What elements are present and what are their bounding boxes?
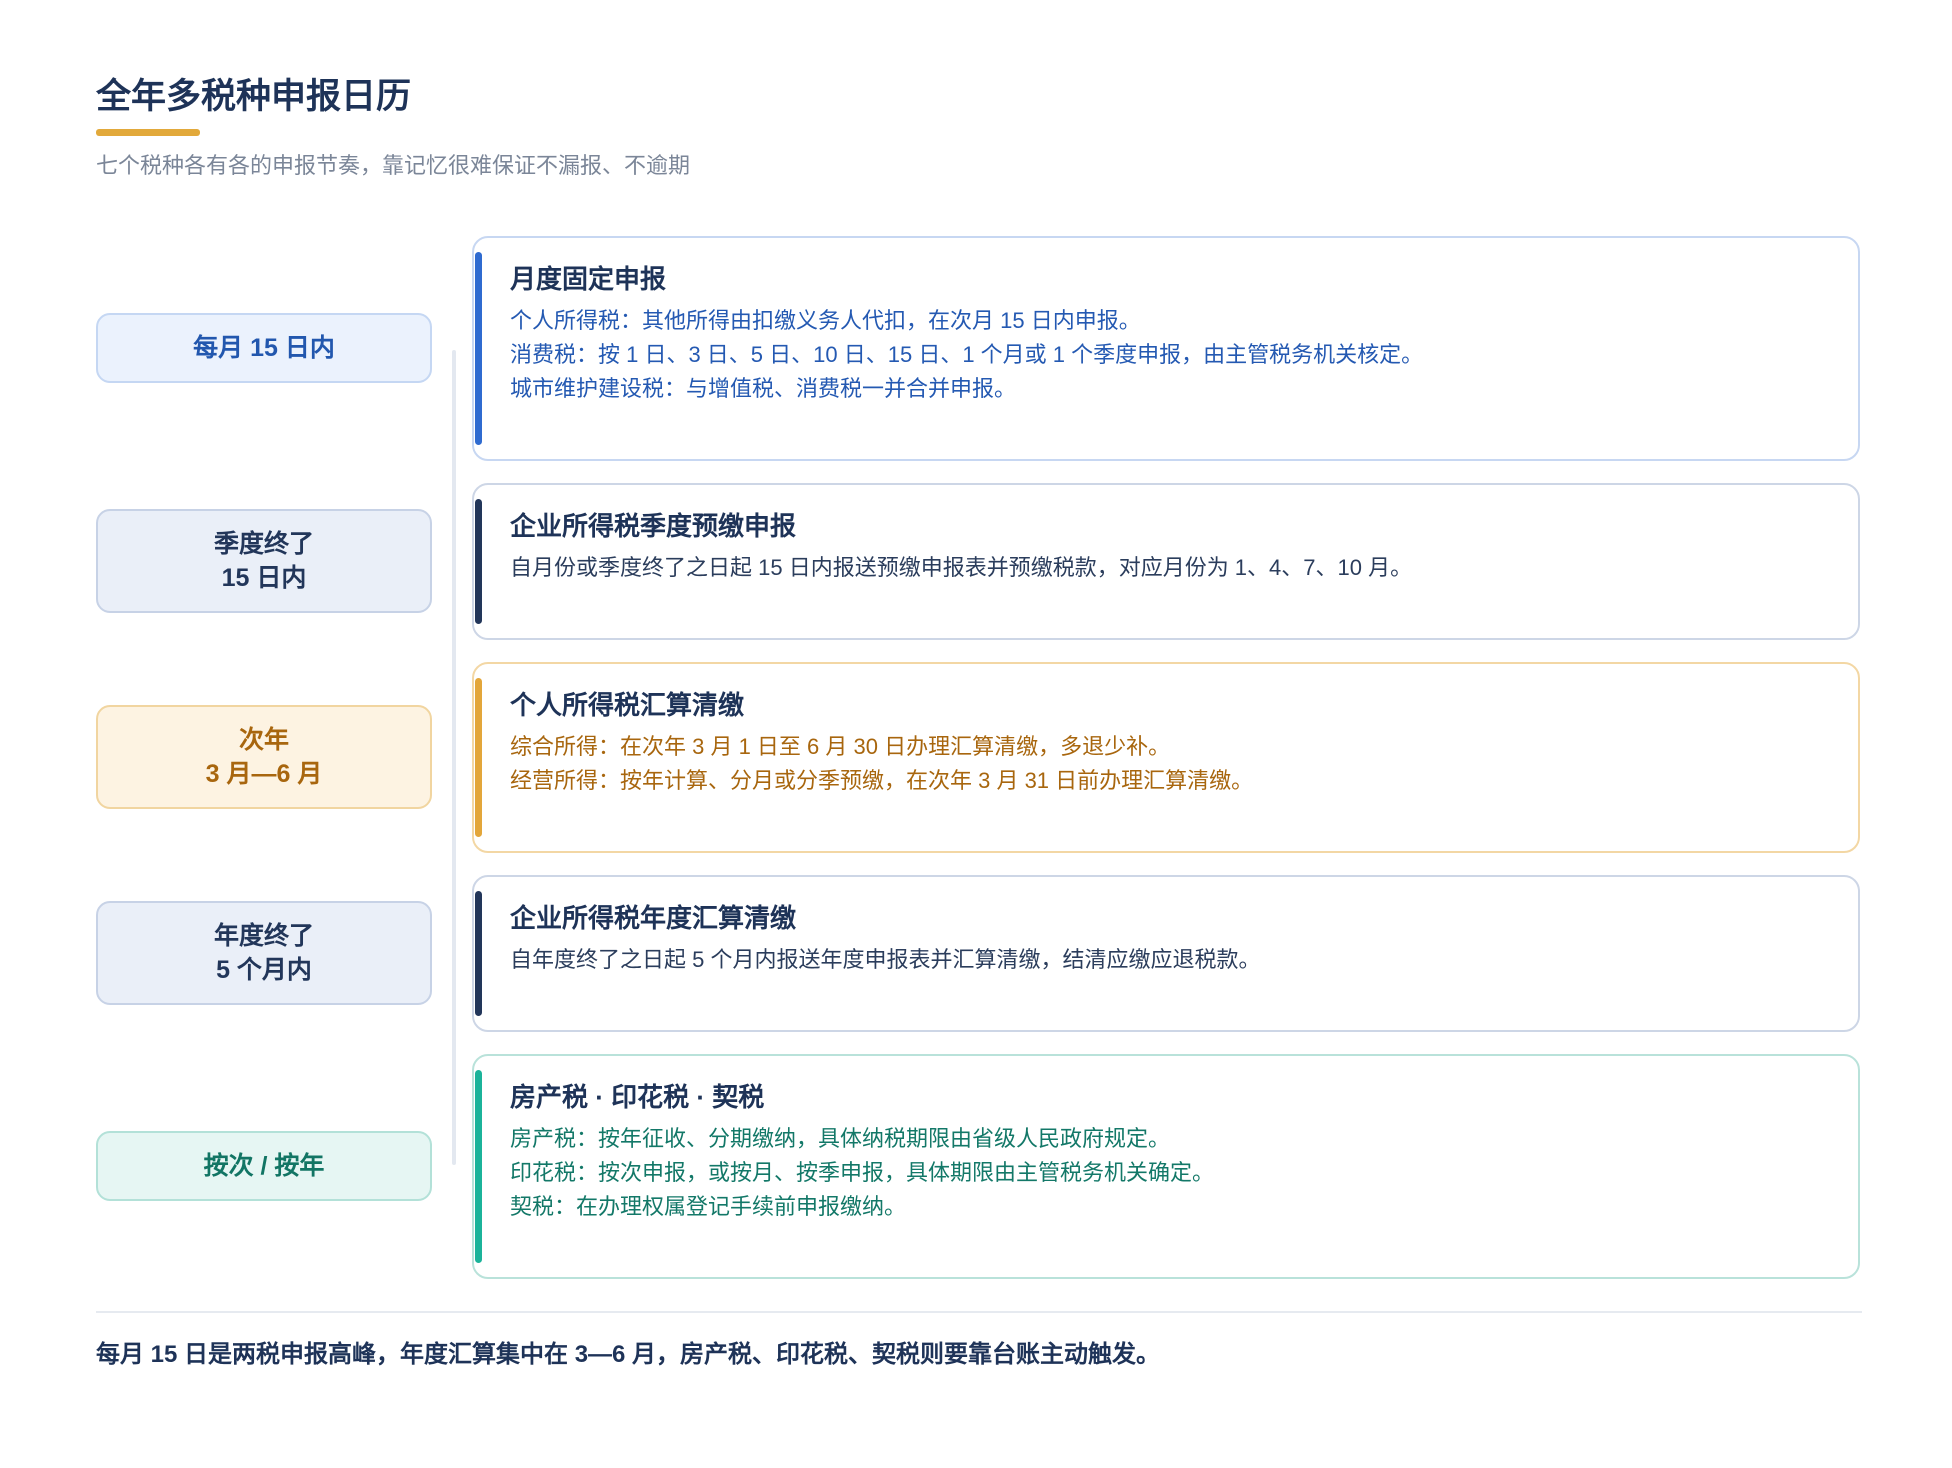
- tag-quarterly: 季度终了 15 日内: [96, 509, 432, 613]
- card-line: 自年度终了之日起 5 个月内报送年度申报表并汇算清缴，结清应缴应退税款。: [510, 947, 1261, 972]
- tag-line: 3 月—6 月: [205, 760, 323, 788]
- page-subtitle: 七个税种各有各的申报节奏，靠记忆很难保证不漏报、不逾期: [96, 153, 691, 178]
- card-accent-bar: [475, 1070, 482, 1263]
- page-title: 全年多税种申报日历: [96, 77, 412, 116]
- tag-monthly: 每月 15 日内: [96, 313, 432, 383]
- tag-annual-iit: 次年 3 月—6 月: [96, 705, 432, 809]
- tag-line: 年度终了: [213, 922, 314, 950]
- tag-per-event: 按次 / 按年: [96, 1131, 432, 1201]
- tag-line: 按次 / 按年: [203, 1152, 325, 1180]
- card-line: 契税：在办理权属登记手续前申报缴纳。: [510, 1194, 907, 1219]
- card-line: 印花税：按次申报，或按月、按季申报，具体期限由主管税务机关确定。: [510, 1160, 1215, 1185]
- tag-annual-cit: 年度终了 5 个月内: [96, 901, 432, 1005]
- card-title: 月度固定申报: [510, 264, 667, 294]
- card-quarterly: 企业所得税季度预缴申报 自月份或季度终了之日起 15 日内报送预缴申报表并预缴税…: [472, 483, 1860, 640]
- tax-calendar-page: 全年多税种申报日历 七个税种各有各的申报节奏，靠记忆很难保证不漏报、不逾期 每月…: [0, 0, 1952, 1468]
- tag-line: 季度终了: [213, 530, 314, 558]
- card-accent-bar: [475, 891, 482, 1016]
- title-underline: [96, 129, 200, 136]
- tag-line: 次年: [238, 726, 289, 754]
- card-annual-cit: 企业所得税年度汇算清缴 自年度终了之日起 5 个月内报送年度申报表并汇算清缴，结…: [472, 875, 1860, 1032]
- card-title: 企业所得税季度预缴申报: [510, 511, 797, 541]
- card-line: 城市维护建设税：与增值税、消费税一并合并申报。: [510, 376, 1017, 401]
- card-line: 经营所得：按年计算、分月或分季预缴，在次年 3 月 31 日前办理汇算清缴。: [510, 768, 1254, 793]
- card-monthly: 月度固定申报 个人所得税：其他所得由扣缴义务人代扣，在次月 15 日内申报。 消…: [472, 236, 1860, 461]
- card-accent-bar: [475, 252, 482, 445]
- tag-line: 每月 15 日内: [193, 334, 335, 362]
- footer-summary: 每月 15 日是两税申报高峰，年度汇算集中在 3—6 月，房产税、印花税、契税则…: [96, 1341, 1161, 1368]
- card-title: 房产税 · 印花税 · 契税: [510, 1082, 765, 1112]
- footer-divider: [96, 1311, 1862, 1313]
- card-line: 综合所得：在次年 3 月 1 日至 6 月 30 日办理汇算清缴，多退少补。: [510, 734, 1171, 759]
- card-property-stamp-deed: 房产税 · 印花税 · 契税 房产税：按年征收、分期缴纳，具体纳税期限由省级人民…: [472, 1054, 1860, 1279]
- card-annual-iit: 个人所得税汇算清缴 综合所得：在次年 3 月 1 日至 6 月 30 日办理汇算…: [472, 662, 1860, 853]
- card-line: 消费税：按 1 日、3 日、5 日、10 日、15 日、1 个月或 1 个季度申…: [510, 342, 1424, 367]
- card-line: 个人所得税：其他所得由扣缴义务人代扣，在次月 15 日内申报。: [510, 308, 1141, 333]
- card-line: 自月份或季度终了之日起 15 日内报送预缴申报表并预缴税款，对应月份为 1、4、…: [510, 555, 1413, 580]
- card-accent-bar: [475, 678, 482, 837]
- timeline-spine: [452, 350, 456, 1165]
- card-accent-bar: [475, 499, 482, 624]
- card-line: 房产税：按年征收、分期缴纳，具体纳税期限由省级人民政府规定。: [510, 1126, 1171, 1151]
- card-title: 企业所得税年度汇算清缴: [510, 903, 797, 933]
- tag-line: 15 日内: [221, 564, 307, 592]
- card-title: 个人所得税汇算清缴: [510, 690, 745, 720]
- tag-line: 5 个月内: [216, 956, 312, 984]
